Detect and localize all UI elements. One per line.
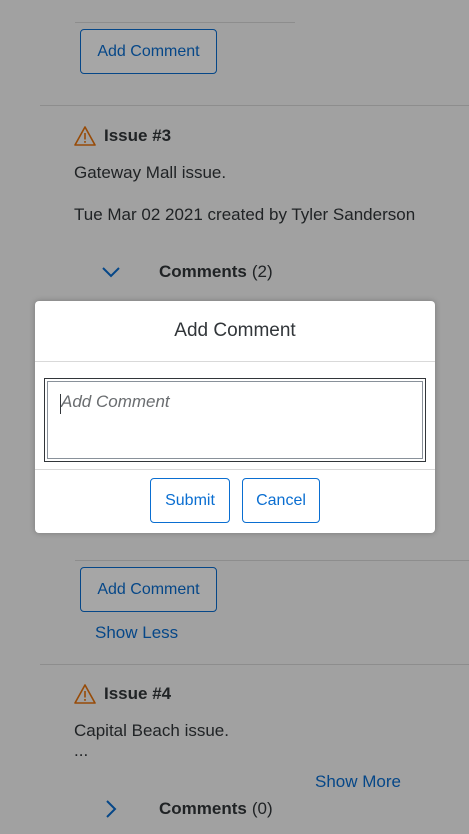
text-cursor: [60, 394, 61, 414]
dialog-body: Add Comment: [35, 362, 435, 470]
cancel-button[interactable]: Cancel: [242, 478, 320, 523]
comment-textarea-focus: Add Comment: [44, 378, 426, 462]
dialog-footer: Submit Cancel: [35, 470, 435, 533]
dialog-title: Add Comment: [35, 301, 435, 362]
comment-textarea-placeholder: Add Comment: [61, 392, 170, 411]
add-comment-dialog: Add Comment Add Comment Submit Cancel: [35, 301, 435, 533]
submit-button[interactable]: Submit: [150, 478, 230, 523]
comment-textarea[interactable]: Add Comment: [47, 381, 423, 459]
